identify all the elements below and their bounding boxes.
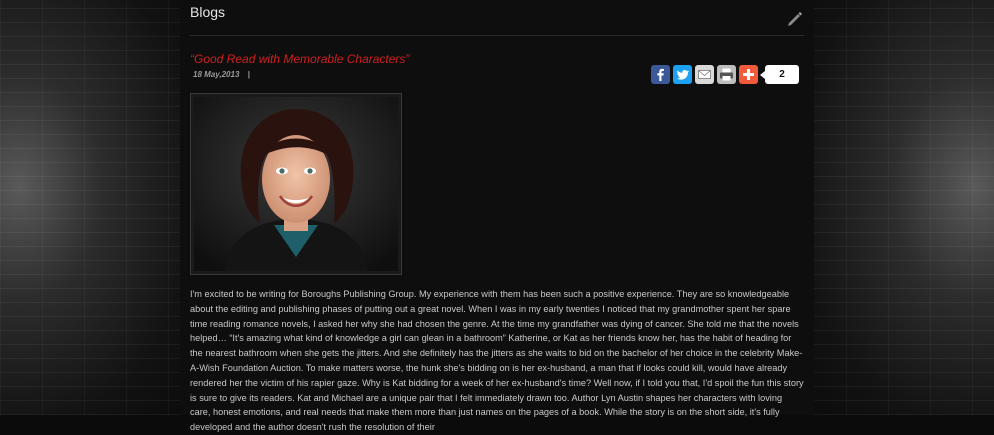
share-count: 2 — [760, 65, 799, 84]
pencil-icon[interactable] — [786, 10, 804, 28]
post-meta: 18 May,2013 | — [193, 70, 250, 79]
background-right — [804, 0, 994, 415]
post-body: I'm excited to be writing for Boroughs P… — [190, 287, 804, 435]
twitter-icon[interactable] — [673, 65, 692, 84]
author-portrait — [190, 93, 402, 275]
print-icon[interactable] — [717, 65, 736, 84]
post-title-link[interactable]: “Good Read with Memorable Characters” — [190, 52, 409, 66]
email-icon[interactable] — [695, 65, 714, 84]
main-content: Blogs “Good Read with Memorable Characte… — [180, 0, 814, 432]
meta-separator: | — [247, 70, 250, 79]
facebook-icon[interactable] — [651, 65, 670, 84]
addthis-plus-icon[interactable] — [739, 65, 758, 84]
share-toolbar: 2 — [651, 65, 799, 84]
section-header: Blogs — [190, 0, 804, 36]
background-left — [0, 0, 190, 415]
post-date: 18 May,2013 — [193, 70, 240, 79]
post-paragraph: I'm excited to be writing for Boroughs P… — [190, 289, 804, 433]
page-title: Blogs — [190, 4, 226, 20]
